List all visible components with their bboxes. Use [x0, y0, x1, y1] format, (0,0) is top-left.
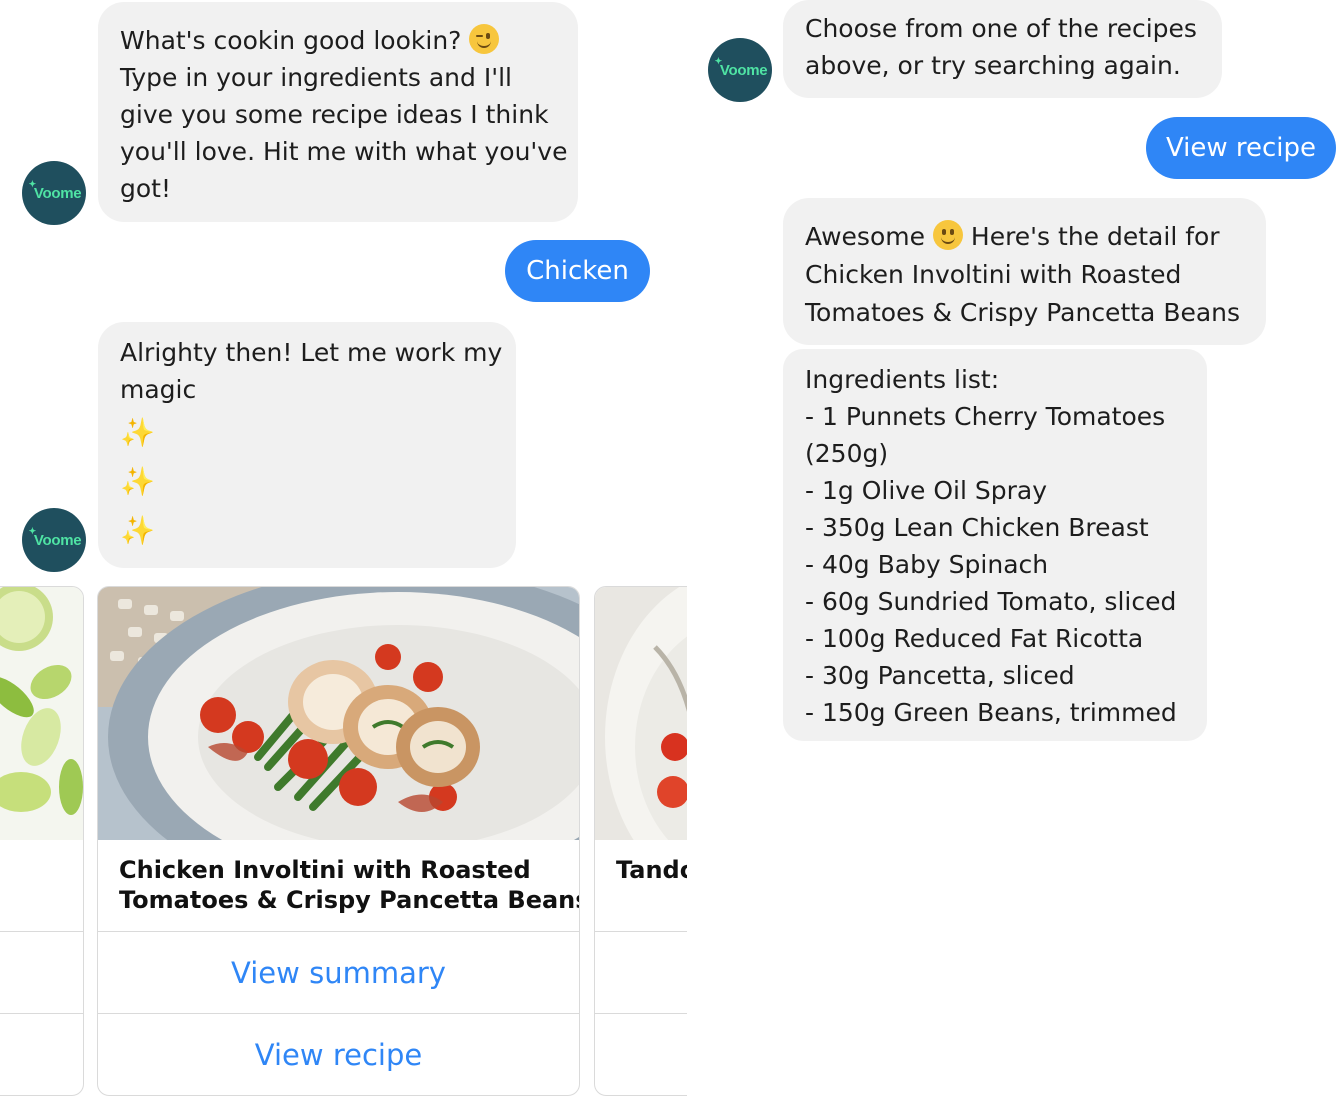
- bot-magic-bubble: Alrighty then! Let me work my magic ✨ ✨ …: [98, 322, 516, 568]
- prompt-line-2: above, or try searching again.: [805, 51, 1181, 80]
- ingredient-item: - 40g Baby Spinach: [805, 550, 1049, 579]
- bot-prompt-bubble: Choose from one of the recipes above, or…: [783, 0, 1222, 98]
- card-action-1[interactable]: [595, 931, 687, 1014]
- ingredient-item: - 350g Lean Chicken Breast: [805, 513, 1149, 542]
- recipe-card-previous[interactable]: [0, 586, 84, 1096]
- ingredient-item: - 150g Green Beans, trimmed: [805, 698, 1177, 727]
- ingredient-item: (250g): [805, 439, 889, 468]
- recipe-card-title: Tando: [616, 856, 687, 884]
- ingredient-item: - 60g Sundried Tomato, sliced: [805, 587, 1177, 616]
- view-summary-button[interactable]: View summary: [98, 931, 579, 1014]
- prompt-line-1: Choose from one of the recipes: [805, 14, 1197, 43]
- ingredient-item: - 30g Pancetta, sliced: [805, 661, 1075, 690]
- ingredients-header: Ingredients list:: [805, 365, 1000, 394]
- wink-emoji-icon: [469, 24, 500, 54]
- detail-intro: Awesome: [805, 222, 925, 251]
- view-recipe-button[interactable]: View recipe: [98, 1013, 579, 1095]
- detail-line-2: Chicken Involtini with Roasted: [805, 260, 1182, 289]
- card-action-1[interactable]: [0, 931, 83, 1014]
- user-reply-chicken: Chicken: [505, 240, 650, 302]
- smile-emoji-icon: [932, 220, 963, 250]
- left-chat-pane: What's cookin good lookin? Type in your …: [0, 0, 687, 1096]
- ingredient-item: - 1 Punnets Cherry Tomatoes: [805, 402, 1166, 431]
- card-action-2[interactable]: [595, 1013, 687, 1095]
- bot-greeting-bubble: What's cookin good lookin? Type in your …: [98, 2, 578, 222]
- greeting-line-3: give you some recipe ideas I think: [120, 100, 549, 129]
- magic-line-2: magic: [120, 375, 197, 404]
- greeting-line-1: What's cookin good lookin?: [120, 26, 462, 55]
- recipe-card-title: Chicken Involtini with Roasted Tomatoes …: [119, 856, 580, 914]
- recipe-card-next[interactable]: Tando: [594, 586, 687, 1096]
- greeting-line-4: you'll love. Hit me with what you've: [120, 137, 568, 166]
- card-action-2[interactable]: [0, 1013, 83, 1095]
- bot-avatar: ✦ Voome: [708, 38, 772, 102]
- recipe-image-chicken-involtini: [98, 587, 579, 840]
- bot-detail-bubble: Awesome Here's the detail for Chicken In…: [783, 198, 1266, 345]
- user-reply-view-recipe: View recipe: [1146, 117, 1336, 179]
- detail-line-1: Here's the detail for: [970, 222, 1220, 251]
- recipe-card-chicken-involtini[interactable]: Chicken Involtini with Roasted Tomatoes …: [97, 586, 580, 1096]
- recipe-image-tandoori: [595, 587, 687, 840]
- greeting-line-2: Type in your ingredients and I'll: [120, 63, 512, 92]
- sparkles-icon: ✨: [120, 514, 155, 547]
- bot-avatar: ✦ Voome: [22, 161, 86, 225]
- sparkles-icon: ✨: [120, 416, 155, 449]
- ingredient-item: - 100g Reduced Fat Ricotta: [805, 624, 1144, 653]
- ingredient-item: - 1g Olive Oil Spray: [805, 476, 1048, 505]
- recipe-image-limes: [0, 587, 83, 840]
- detail-line-3: Tomatoes & Crispy Pancetta Beans: [805, 298, 1241, 327]
- greeting-line-5: got!: [120, 174, 171, 203]
- bot-avatar: ✦ Voome: [22, 508, 86, 572]
- sparkles-icon: ✨: [120, 465, 155, 498]
- ingredients-bubble: Ingredients list: - 1 Punnets Cherry Tom…: [783, 349, 1207, 741]
- magic-line-1: Alrighty then! Let me work my: [120, 338, 503, 367]
